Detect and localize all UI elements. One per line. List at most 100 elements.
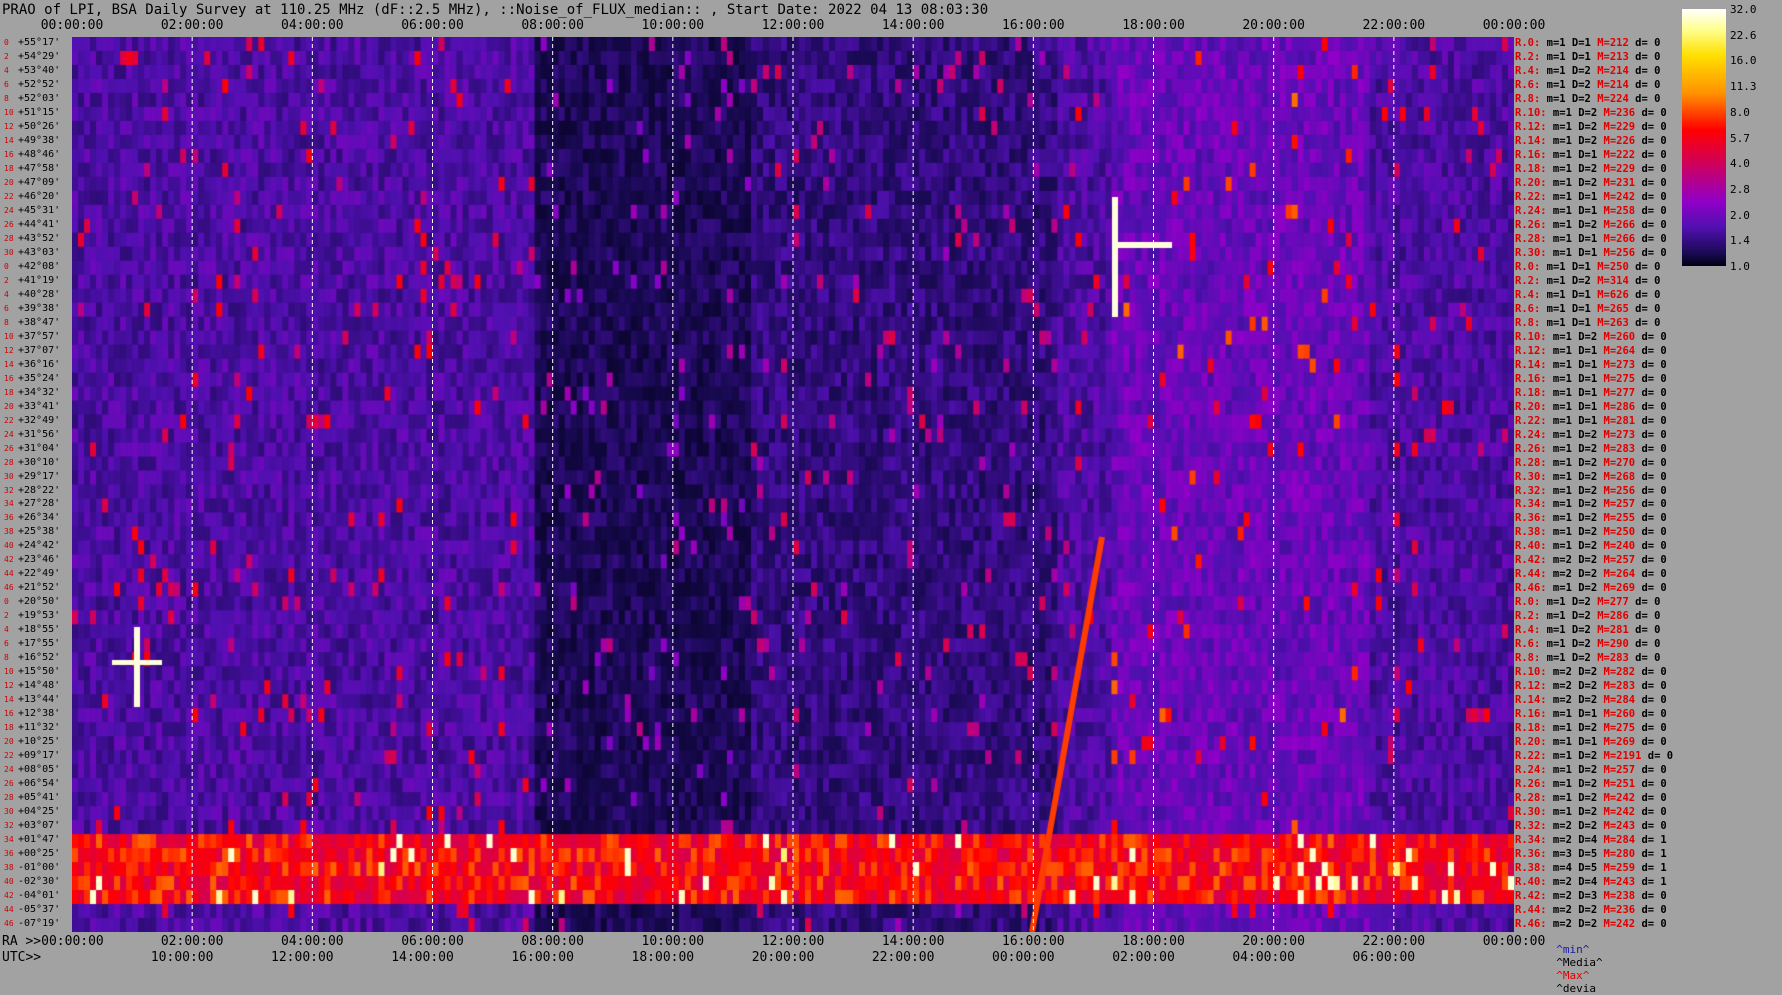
sensor-stat-field: m=1 D=1	[1546, 736, 1604, 749]
declination-label: 14 +49°38'	[4, 134, 60, 148]
sensor-stat-field: d= 0	[1635, 484, 1667, 497]
declination-value: +50°26'	[18, 120, 61, 132]
sensor-stat-field: m=1 D=2	[1546, 456, 1604, 469]
declination-label: 16 +35°24'	[4, 372, 60, 386]
sensor-stat-field: M=282	[1603, 666, 1636, 679]
sensor-stat-row: R.10: m=2 D=2 M=282 d= 0	[1515, 665, 1667, 679]
sensor-stat-field: d= 0	[1628, 92, 1661, 105]
sensor-stat-field: R.2:	[1515, 610, 1541, 623]
sensor-stat-field: R.6:	[1515, 638, 1541, 651]
sensor-stat-row: R.32: m=2 D=2 M=243 d= 0	[1515, 819, 1667, 833]
sensor-stat-field: d= 0	[1628, 50, 1661, 63]
declination-label: 4 +18°55'	[4, 623, 60, 637]
declination-value: +48°46'	[18, 148, 61, 160]
row-index: 6	[4, 79, 9, 89]
sensor-stat-field: d= 0	[1628, 638, 1661, 651]
declination-value: +00°25'	[18, 848, 61, 860]
sensor-stat-field: m=3 D=5	[1546, 848, 1604, 861]
sensor-stat-field: M=626	[1597, 288, 1629, 301]
sensor-stat-field: m=1 D=1	[1546, 204, 1604, 217]
sensor-stat-row: R.20: m=1 D=1 M=286 d= 0	[1515, 400, 1667, 414]
declination-value: +05°41'	[18, 792, 61, 804]
sensor-stat-field: R.38:	[1515, 526, 1547, 539]
sensor-stat-field: d= 0	[1628, 610, 1661, 623]
sensor-stat-row: R.26: m=1 D=2 M=283 d= 0	[1515, 442, 1667, 456]
row-index: 38	[4, 527, 14, 537]
sensor-stat-field: R.6:	[1515, 302, 1541, 315]
sensor-stat-field: R.16:	[1515, 372, 1547, 385]
declination-label: 8 +38°47'	[4, 316, 60, 330]
declination-label: 10 +37°57'	[4, 330, 60, 344]
sensor-stat-field: R.20:	[1515, 736, 1547, 749]
sensor-stat-field: M=260	[1603, 708, 1636, 721]
sensor-stat-row: R.24: m=1 D=2 M=273 d= 0	[1515, 428, 1667, 442]
sensor-stat-field: M=273	[1603, 358, 1636, 371]
sensor-stat-field: M=263	[1597, 316, 1629, 329]
sensor-stat-row: R.4: m=1 D=2 M=214 d= 0	[1515, 64, 1660, 78]
sensor-stat-field: d= 0	[1628, 37, 1661, 49]
row-index: 14	[4, 359, 14, 369]
sensor-stat-field: d= 0	[1635, 806, 1667, 819]
sensor-stat-field: m=1 D=1	[1546, 372, 1604, 385]
sensor-stat-field: m=1 D=2	[1540, 610, 1598, 623]
sensor-stat-row: R.2: m=1 D=1 M=213 d= 0	[1515, 50, 1660, 64]
sensor-stat-row: R.12: m=2 D=2 M=283 d= 0	[1515, 679, 1667, 693]
sensor-stat-field: R.26:	[1515, 778, 1547, 791]
sensor-stat-field: M=283	[1603, 442, 1636, 455]
row-index: 10	[4, 667, 14, 677]
colorbar-tick-label: 16.0	[1730, 54, 1757, 68]
sensor-stat-field: d= 0	[1628, 274, 1661, 287]
declination-value: +31°04'	[18, 442, 61, 454]
declination-value: +22°49'	[18, 568, 61, 580]
sensor-stat-field: m=1 D=1	[1546, 708, 1604, 721]
sensor-stat-field: d= 0	[1635, 890, 1667, 903]
sensor-stat-field: d= 0	[1635, 204, 1667, 217]
sensor-stat-field: M=256	[1603, 484, 1636, 497]
sensor-stat-row: R.26: m=1 D=2 M=251 d= 0	[1515, 777, 1667, 791]
sensor-stat-field: m=2 D=2	[1546, 554, 1604, 567]
sensor-stat-row: R.28: m=1 D=1 M=266 d= 0	[1515, 232, 1667, 246]
sensor-stat-field: M=226	[1603, 134, 1636, 147]
sensor-stat-field: R.14:	[1515, 694, 1547, 707]
sensor-stat-row: R.16: m=1 D=1 M=222 d= 0	[1515, 148, 1667, 162]
colorbar-tick-label: 1.4	[1730, 234, 1750, 248]
sensor-stat-field: m=1 D=2	[1546, 806, 1604, 819]
sensor-stat-field: m=1 D=1	[1546, 358, 1604, 371]
declination-label: 2 +41°19'	[4, 274, 60, 288]
sensor-stat-field: R.8:	[1515, 652, 1541, 665]
declination-label: 32 +03°07'	[4, 819, 60, 833]
declination-value: +32°49'	[18, 414, 61, 426]
sensor-stat-field: R.24:	[1515, 764, 1547, 777]
sensor-stat-field: R.4:	[1515, 64, 1541, 77]
row-index: 2	[4, 51, 9, 61]
sensor-stat-field: m=2 D=4	[1546, 834, 1604, 847]
declination-label: 46 -07°19'	[4, 917, 60, 931]
declination-label: 14 +13°44'	[4, 693, 60, 707]
colorbar-tick-label: 32.0	[1730, 3, 1757, 16]
sensor-stat-row: R.20: m=1 D=2 M=231 d= 0	[1515, 176, 1667, 190]
sensor-stat-field: d= 1	[1635, 862, 1667, 875]
sensor-stat-field: m=1 D=2	[1546, 722, 1604, 735]
colorbar-tick-label: 4.0	[1730, 157, 1750, 171]
row-index: 30	[4, 471, 14, 481]
ra-tick-label: 22:00:00	[1362, 934, 1426, 949]
sensor-stat-field: d= 0	[1635, 708, 1667, 721]
declination-value: +49°38'	[18, 134, 61, 146]
sensor-stat-field: R.22:	[1515, 750, 1547, 763]
ra-tick-label: 00:00:00	[1482, 934, 1546, 949]
row-index: 32	[4, 821, 14, 831]
row-index: 14	[4, 695, 14, 705]
declination-value: +36°16'	[18, 358, 61, 370]
sensor-stat-field: R.10:	[1515, 106, 1547, 119]
sensor-stat-field: M=270	[1603, 456, 1636, 469]
declination-value: +45°31'	[18, 204, 61, 216]
sensor-stat-field: d= 0	[1635, 176, 1667, 189]
sensor-stat-field: R.10:	[1515, 666, 1547, 679]
top-tick-label: 00:00:00	[40, 18, 104, 33]
sensor-stat-field: R.14:	[1515, 134, 1547, 147]
sensor-stat-field: d= 0	[1641, 750, 1674, 763]
row-index: 42	[4, 555, 14, 565]
row-index: 12	[4, 345, 14, 355]
row-index: 26	[4, 779, 14, 789]
row-index: 40	[4, 541, 14, 551]
